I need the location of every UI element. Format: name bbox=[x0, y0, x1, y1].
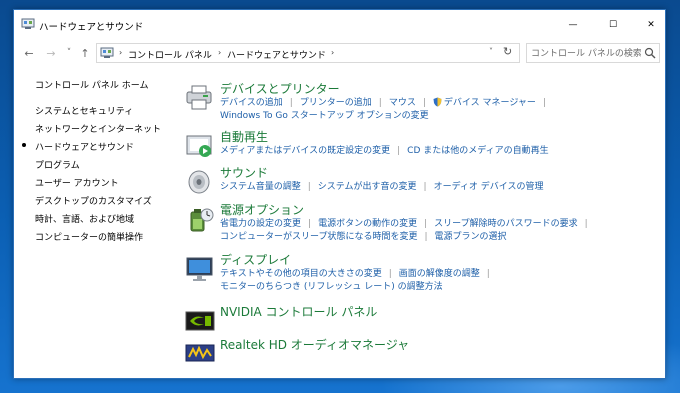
link-separator: | bbox=[378, 98, 382, 108]
back-arrow-icon: ← bbox=[24, 46, 34, 60]
link-device-manager[interactable]: デバイス マネージャー bbox=[444, 97, 536, 110]
link-text-size[interactable]: テキストやその他の項目の大きさの変更 bbox=[220, 268, 382, 281]
breadcrumb-hardware-and-sound[interactable]: ハードウェアとサウンド bbox=[227, 48, 326, 61]
control-panel-icon bbox=[21, 18, 35, 29]
sidebar-home-link[interactable]: コントロール パネル ホーム bbox=[35, 78, 148, 91]
navigation-bar: ← → ˅ ↑ › コントロール パネル › ハードウェアとサウンド › ˅ ↻ bbox=[14, 40, 665, 66]
link-separator: | bbox=[486, 269, 490, 279]
link-separator: | bbox=[423, 182, 427, 192]
breadcrumb-control-panel[interactable]: コントロール パネル bbox=[128, 48, 212, 61]
sidebar-item-network[interactable]: ネットワークとインターネット bbox=[35, 122, 161, 135]
refresh-icon[interactable]: ↻ bbox=[503, 45, 512, 58]
link-separator: | bbox=[307, 182, 311, 192]
autoplay-icon[interactable] bbox=[184, 131, 216, 161]
category-title[interactable]: ディスプレイ bbox=[220, 251, 291, 268]
control-panel-window: ハードウェアとサウンド — ☐ ✕ ← → ˅ ↑ › コントロール パネル ›… bbox=[13, 9, 666, 379]
recent-locations-button[interactable]: ˅ bbox=[61, 45, 77, 61]
display-icon[interactable] bbox=[184, 254, 216, 284]
link-system-sounds[interactable]: システムが出す音の変更 bbox=[318, 181, 417, 194]
category-links: デバイスの追加 | プリンターの追加 | マウス | デバイス マネージャー | Win… bbox=[220, 97, 660, 123]
sidebar-item-user-accounts[interactable]: ユーザー アカウント bbox=[35, 176, 119, 189]
sidebar-item-hardware-sound[interactable]: ハードウェアとサウンド bbox=[35, 140, 134, 153]
search-input[interactable] bbox=[531, 47, 641, 60]
link-separator: | bbox=[397, 146, 401, 156]
category-title[interactable]: 電源オプション bbox=[220, 201, 304, 218]
forward-button[interactable]: → bbox=[43, 45, 59, 61]
link-separator: | bbox=[388, 269, 392, 279]
category-links: テキストやその他の項目の大きさの変更 | 画面の解像度の調整 | モニターのちらつき… bbox=[220, 268, 660, 294]
link-sleep-time[interactable]: コンピューターがスリープ状態になる時間を変更 bbox=[220, 231, 417, 244]
sidebar-item-programs[interactable]: プログラム bbox=[35, 158, 80, 171]
link-wakeup-password[interactable]: スリープ解除時のパスワードの要求 bbox=[434, 218, 577, 231]
link-separator: | bbox=[584, 219, 588, 229]
link-separator: | bbox=[542, 98, 546, 108]
link-separator: | bbox=[422, 98, 426, 108]
link-power-saving[interactable]: 省電力の設定の変更 bbox=[220, 218, 301, 231]
breadcrumb-separator[interactable]: › bbox=[119, 48, 122, 57]
up-arrow-icon: ↑ bbox=[80, 46, 90, 60]
title-bar[interactable]: ハードウェアとサウンド — ☐ ✕ bbox=[14, 10, 665, 40]
forward-arrow-icon: → bbox=[46, 46, 56, 60]
category-title[interactable]: サウンド bbox=[220, 164, 268, 181]
link-resolution[interactable]: 画面の解像度の調整 bbox=[399, 268, 480, 281]
selected-bullet-icon bbox=[22, 143, 26, 147]
window-title: ハードウェアとサウンド bbox=[39, 22, 144, 33]
chevron-down-icon: ˅ bbox=[66, 48, 72, 58]
minimize-button[interactable]: — bbox=[554, 10, 592, 40]
link-cd-autoplay[interactable]: CD または他のメディアの自動再生 bbox=[407, 145, 548, 158]
category-links: メディアまたはデバイスの既定設定の変更 | CD または他のメディアの自動再生 bbox=[220, 145, 660, 158]
close-icon: ✕ bbox=[647, 20, 655, 30]
link-audio-devices[interactable]: オーディオ デバイスの管理 bbox=[434, 181, 544, 194]
breadcrumb-separator[interactable]: › bbox=[218, 48, 221, 57]
link-separator: | bbox=[289, 98, 293, 108]
power-options-icon[interactable] bbox=[184, 204, 216, 234]
sidebar-item-desktop[interactable]: デスクトップのカスタマイズ bbox=[35, 194, 152, 207]
minimize-icon: — bbox=[568, 20, 578, 30]
maximize-icon: ☐ bbox=[608, 20, 618, 30]
sidebar-item-ease-of-access[interactable]: コンピューターの簡単操作 bbox=[35, 230, 143, 243]
speaker-icon[interactable] bbox=[184, 167, 216, 197]
realtek-icon[interactable] bbox=[184, 339, 216, 369]
address-dropdown-icon[interactable]: ˅ bbox=[489, 47, 493, 56]
link-media-defaults[interactable]: メディアまたはデバイスの既定設定の変更 bbox=[220, 145, 390, 158]
nvidia-icon[interactable] bbox=[184, 306, 216, 336]
category-title[interactable]: 自動再生 bbox=[220, 128, 268, 145]
back-button[interactable]: ← bbox=[21, 45, 37, 61]
link-separator: | bbox=[424, 232, 428, 242]
category-title[interactable]: デバイスとプリンター bbox=[220, 80, 340, 97]
link-system-volume[interactable]: システム音量の調整 bbox=[220, 181, 301, 194]
maximize-button[interactable]: ☐ bbox=[594, 10, 632, 40]
link-power-plan[interactable]: 電源プランの選択 bbox=[435, 231, 507, 244]
link-mouse[interactable]: マウス bbox=[389, 97, 416, 110]
uac-shield-icon bbox=[433, 97, 442, 107]
link-separator: | bbox=[424, 219, 428, 229]
sidebar-item-system-security[interactable]: システムとセキュリティ bbox=[35, 104, 133, 117]
printer-icon[interactable] bbox=[184, 83, 216, 113]
link-add-device[interactable]: デバイスの追加 bbox=[220, 97, 283, 110]
category-title[interactable]: Realtek HD オーディオマネージャ bbox=[220, 336, 409, 353]
link-windows-to-go[interactable]: Windows To Go スタートアップ オプションの変更 bbox=[220, 110, 429, 123]
link-separator: | bbox=[308, 219, 312, 229]
breadcrumb-separator[interactable]: › bbox=[331, 48, 334, 57]
control-panel-icon bbox=[100, 47, 114, 58]
category-links: 省電力の設定の変更 | 電源ボタンの動作の変更 | スリープ解除時のパスワードの要求… bbox=[220, 218, 660, 244]
link-add-printer[interactable]: プリンターの追加 bbox=[300, 97, 372, 110]
up-button[interactable]: ↑ bbox=[77, 45, 93, 61]
address-bar[interactable]: › コントロール パネル › ハードウェアとサウンド › ˅ ↻ bbox=[96, 43, 520, 63]
category-title[interactable]: NVIDIA コントロール パネル bbox=[220, 303, 377, 320]
sidebar-item-clock-region[interactable]: 時計、言語、および地域 bbox=[35, 212, 134, 225]
search-box[interactable] bbox=[526, 43, 660, 63]
category-links: システム音量の調整 | システムが出す音の変更 | オーディオ デバイスの管理 bbox=[220, 181, 660, 194]
link-power-button[interactable]: 電源ボタンの動作の変更 bbox=[318, 218, 417, 231]
close-button[interactable]: ✕ bbox=[632, 10, 670, 40]
link-refresh-rate[interactable]: モニターのちらつき (リフレッシュ レート) の調整方法 bbox=[220, 281, 443, 294]
search-icon[interactable] bbox=[644, 47, 656, 59]
